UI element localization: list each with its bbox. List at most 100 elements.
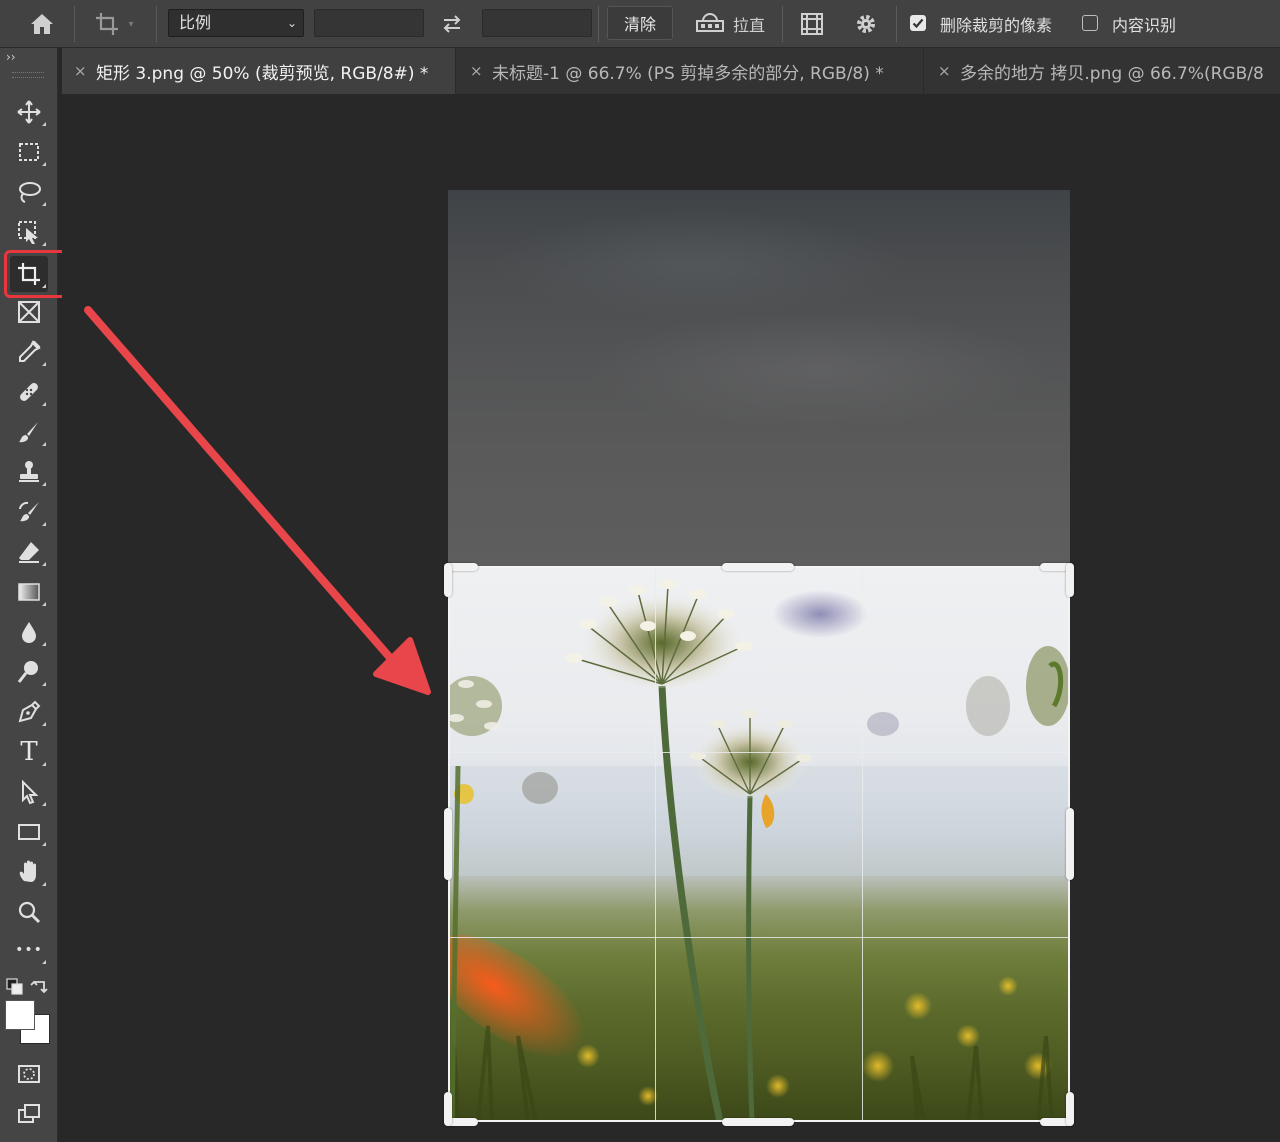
crop-handle-top[interactable] (722, 563, 794, 571)
ratio-height-input[interactable] (482, 9, 592, 37)
screen-mode-button[interactable] (10, 1096, 48, 1132)
blur-tool[interactable] (10, 614, 48, 650)
crop-handle-right[interactable] (1066, 808, 1074, 880)
move-tool[interactable] (10, 94, 48, 130)
gradient-icon (18, 583, 40, 601)
crop-tool-preset-picker[interactable]: ▾ (84, 8, 144, 40)
dodge-tool[interactable] (10, 654, 48, 690)
overlay-options-button[interactable] (794, 8, 830, 40)
default-colors-button[interactable] (6, 978, 24, 996)
zoom-tool[interactable] (10, 894, 48, 930)
gear-icon (857, 15, 875, 33)
swap-dimensions-button[interactable] (436, 10, 468, 38)
clear-button[interactable]: 清除 (607, 6, 673, 40)
swap-colors-button[interactable] (30, 976, 50, 996)
document-tab-2[interactable]: × 未标题-1 @ 66.7% (PS 剪掉多余的部分, RGB/8) * (458, 48, 924, 94)
delete-cropped-pixels-label: 删除裁剪的像素 (940, 16, 1053, 35)
stamp-icon (19, 461, 39, 482)
document-tab-1[interactable]: × 矩形 3.png @ 50% (裁剪预览, RGB/8#) * (62, 48, 456, 94)
close-icon[interactable]: × (74, 62, 87, 80)
document-tab-title: 多余的地方 拷贝.png @ 66.7%(RGB/8 (960, 63, 1264, 84)
quick-mask-button[interactable] (10, 1056, 48, 1092)
content-aware-label: 内容识别 (1112, 16, 1177, 35)
straighten-label: 拉直 (732, 16, 765, 35)
crop-handle-bottom-left[interactable] (444, 1092, 452, 1126)
brush-icon (19, 422, 38, 443)
type-tool[interactable]: T (10, 734, 48, 770)
close-icon[interactable]: × (938, 62, 951, 80)
delete-cropped-pixels-checkbox[interactable] (910, 15, 926, 31)
close-icon[interactable]: × (470, 62, 483, 80)
panel-grip[interactable] (12, 72, 44, 78)
crop-icon (96, 13, 119, 35)
crop-handle-top-right[interactable] (1066, 563, 1074, 597)
bandage-icon (20, 383, 38, 401)
ratio-select-value: 比例 (179, 13, 212, 32)
grid-overlay-icon (801, 13, 823, 35)
cursor-arrow-icon (22, 779, 39, 805)
grid-line-v1 (655, 568, 656, 1120)
crop-tool-highlight (4, 250, 70, 298)
ellipsis-icon: ••• (15, 942, 43, 958)
home-button[interactable] (22, 8, 62, 40)
crop-handle-left[interactable] (444, 808, 452, 880)
crop-handle-top-left[interactable] (444, 563, 452, 597)
crop-box[interactable] (448, 566, 1070, 1122)
crop-handle-bottom-right[interactable] (1066, 1092, 1074, 1126)
lasso-icon (19, 182, 41, 203)
document-tab-title: 矩形 3.png @ 50% (裁剪预览, RGB/8#) * (96, 63, 429, 84)
crop-settings-button[interactable] (848, 8, 884, 40)
ratio-select[interactable]: 比例 ⌄ (168, 9, 304, 37)
rectangle-icon (18, 824, 40, 840)
path-selection-tool[interactable] (10, 774, 48, 810)
rectangular-marquee-tool[interactable] (10, 134, 48, 170)
home-icon (31, 14, 53, 34)
dodge-icon (17, 661, 38, 683)
straighten-button[interactable]: 拉直 (688, 8, 772, 40)
screen-mode-icon (18, 1104, 40, 1123)
grid-line-h2 (450, 937, 1068, 938)
ratio-width-input[interactable] (314, 9, 424, 37)
rectangle-tool[interactable] (10, 814, 48, 850)
water-drop-icon (22, 622, 36, 643)
eyedropper-icon (19, 340, 41, 362)
pen-tool[interactable] (10, 694, 48, 730)
object-selection-tool[interactable] (10, 214, 48, 250)
healing-brush-tool[interactable] (10, 374, 48, 410)
lasso-tool[interactable] (10, 174, 48, 210)
eraser-icon (19, 542, 39, 563)
hand-icon (19, 860, 36, 882)
crop-shield-area (448, 190, 1070, 566)
document-tab-title: 未标题-1 @ 66.7% (PS 剪掉多余的部分, RGB/8) * (492, 63, 884, 84)
swap-arrows-icon (443, 15, 461, 33)
default-colors-icon (6, 978, 23, 995)
magnifier-icon (18, 901, 41, 924)
document-tab-3[interactable]: × 多余的地方 拷贝.png @ 66.7%(RGB/8 (926, 48, 1280, 94)
hand-tool[interactable] (10, 854, 48, 890)
eyedropper-tool[interactable] (10, 334, 48, 370)
foreground-color-swatch[interactable] (5, 1000, 35, 1030)
document-tab-bar: × 矩形 3.png @ 50% (裁剪预览, RGB/8#) * × 未标题-… (62, 48, 1280, 94)
options-bar: ▾ 比例 ⌄ 清除 拉直 删除裁剪的像素 内容识别 (0, 0, 1280, 48)
move-icon (17, 100, 41, 124)
history-brush-tool[interactable] (10, 494, 48, 530)
frame-tool[interactable] (10, 294, 48, 330)
crop-handle-bottom[interactable] (722, 1118, 794, 1126)
chevron-down-icon: ▾ (128, 18, 134, 30)
content-aware-checkbox[interactable] (1082, 15, 1098, 31)
clone-stamp-tool[interactable] (10, 454, 48, 490)
eraser-tool[interactable] (10, 534, 48, 570)
object-selection-icon (18, 221, 38, 244)
brush-tool[interactable] (10, 414, 48, 450)
gradient-tool[interactable] (10, 574, 48, 610)
quick-mask-icon (18, 1065, 40, 1083)
marquee-icon (19, 143, 39, 161)
grid-line-h1 (450, 752, 1068, 753)
type-icon: T (20, 737, 38, 767)
pen-icon (18, 700, 41, 723)
swap-colors-icon (30, 980, 48, 994)
more-tools-button[interactable]: ••• (10, 932, 48, 968)
panel-collapse-button[interactable]: ›› (6, 50, 16, 64)
frame-icon (18, 301, 40, 323)
straighten-icon (695, 13, 724, 32)
